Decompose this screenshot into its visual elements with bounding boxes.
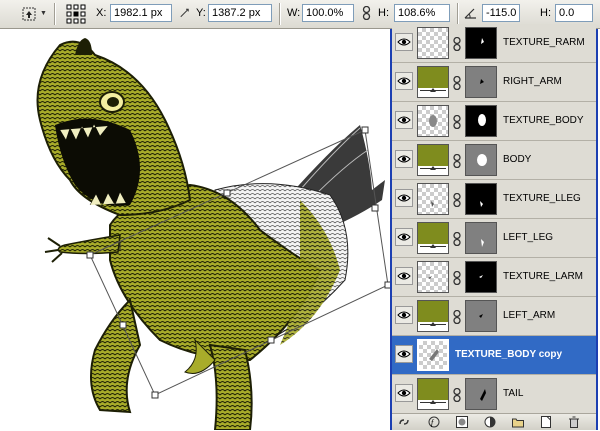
- divider: [457, 3, 459, 25]
- layer-row-left-arm[interactable]: LEFT_ARM: [392, 297, 596, 336]
- new-layer-icon[interactable]: [540, 416, 552, 428]
- reference-point-icon[interactable]: [66, 4, 86, 24]
- layer-mask-thumbnail[interactable]: [465, 105, 497, 137]
- layer-thumbnail: [417, 105, 449, 137]
- layer-mask-thumbnail[interactable]: [465, 183, 497, 215]
- visibility-eye-icon[interactable]: [395, 33, 413, 51]
- delete-layer-icon[interactable]: [568, 416, 580, 428]
- layer-thumbnail: [417, 183, 449, 215]
- link-chain-icon[interactable]: [453, 115, 461, 129]
- relative-position-icon[interactable]: [180, 6, 189, 20]
- link-chain-icon[interactable]: [453, 76, 461, 90]
- layer-mask-thumbnail[interactable]: [465, 300, 497, 332]
- visibility-eye-icon[interactable]: [395, 111, 413, 129]
- link-layers-icon[interactable]: [398, 416, 410, 428]
- layer-row-texture-body-copy[interactable]: TEXTURE_BODY copy: [392, 336, 596, 375]
- layer-row-right-arm[interactable]: RIGHT_ARM: [392, 63, 596, 102]
- layer-name: TEXTURE_LLEG: [503, 193, 581, 204]
- skew-h-label: H:: [540, 7, 551, 19]
- divider: [54, 3, 56, 25]
- layer-thumbnail: [417, 378, 449, 410]
- transform-handle[interactable]: [371, 204, 379, 212]
- visibility-eye-icon[interactable]: [395, 228, 413, 246]
- link-chain-icon[interactable]: [453, 37, 461, 51]
- layer-thumbnail: [417, 339, 449, 371]
- layer-row-texture-rarm[interactable]: TEXTURE_RARM: [392, 24, 596, 63]
- transform-handle[interactable]: [86, 251, 94, 259]
- layer-row-body[interactable]: BODY: [392, 141, 596, 180]
- link-chain-icon[interactable]: [453, 193, 461, 207]
- rotate-angle-icon: [464, 8, 476, 19]
- layer-thumbnail: [417, 300, 449, 332]
- layer-name: TEXTURE_BODY copy: [455, 349, 563, 360]
- layer-thumbnail: [417, 27, 449, 59]
- transform-handle[interactable]: [361, 126, 369, 134]
- layer-style-icon[interactable]: f: [428, 416, 440, 428]
- layer-name: LEFT_ARM: [503, 310, 556, 321]
- layer-mask-thumbnail[interactable]: [465, 27, 497, 59]
- visibility-eye-icon[interactable]: [395, 345, 413, 363]
- skew-horizontal-field[interactable]: 0.0: [555, 4, 593, 22]
- visibility-eye-icon[interactable]: [395, 150, 413, 168]
- visibility-eye-icon[interactable]: [395, 306, 413, 324]
- layer-row-tail[interactable]: TAIL: [392, 375, 596, 414]
- transform-handle[interactable]: [119, 321, 127, 329]
- visibility-eye-icon[interactable]: [395, 384, 413, 402]
- document-canvas[interactable]: [0, 29, 390, 430]
- layer-thumbnail: [417, 222, 449, 254]
- transform-tool-icon[interactable]: [20, 5, 38, 23]
- adjustment-layer-icon[interactable]: [484, 416, 496, 428]
- svg-text:f: f: [431, 418, 435, 427]
- layer-name: TEXTURE_BODY: [503, 115, 584, 126]
- maintain-aspect-ratio-icon[interactable]: [362, 6, 371, 20]
- layer-name: TEXTURE_LARM: [503, 271, 584, 282]
- link-chain-icon[interactable]: [453, 154, 461, 168]
- transform-handle[interactable]: [267, 336, 275, 344]
- transform-handle[interactable]: [151, 391, 159, 399]
- dinosaur-artwork: [36, 38, 390, 430]
- visibility-eye-icon[interactable]: [395, 72, 413, 90]
- link-chain-icon[interactable]: [453, 271, 461, 285]
- layer-name: LEFT_LEG: [503, 232, 554, 243]
- visibility-eye-icon[interactable]: [395, 267, 413, 285]
- link-chain-icon[interactable]: [453, 388, 461, 402]
- height-scale-field[interactable]: 108.6%: [394, 4, 450, 22]
- divider: [279, 3, 281, 25]
- layer-name: RIGHT_ARM: [503, 76, 562, 87]
- layer-name: BODY: [503, 154, 532, 165]
- layer-name: TEXTURE_RARM: [503, 37, 585, 48]
- layer-mask-thumbnail[interactable]: [465, 66, 497, 98]
- x-label: X:: [96, 7, 107, 19]
- add-mask-icon[interactable]: [456, 416, 468, 428]
- link-chain-icon[interactable]: [453, 232, 461, 246]
- layer-mask-thumbnail[interactable]: [465, 261, 497, 293]
- y-label: Y:: [196, 7, 206, 19]
- layer-thumbnail: [417, 261, 449, 293]
- new-group-icon[interactable]: [512, 416, 524, 428]
- layers-panel: TEXTURE_RARM RIGHT_ARM TEXTURE_BODY BODY…: [390, 24, 598, 430]
- link-chain-icon[interactable]: [453, 310, 461, 324]
- layer-mask-thumbnail[interactable]: [465, 144, 497, 176]
- tool-preset-dropdown-icon[interactable]: ▼: [40, 10, 47, 17]
- layer-thumbnail: [417, 144, 449, 176]
- layer-row-left-leg[interactable]: LEFT_LEG: [392, 219, 596, 258]
- layer-row-texture-lleg[interactable]: TEXTURE_LLEG: [392, 180, 596, 219]
- layer-mask-thumbnail[interactable]: [465, 378, 497, 410]
- rotate-angle-field[interactable]: -115.0: [482, 4, 520, 22]
- layers-panel-footer: f: [392, 413, 596, 430]
- h-label: H:: [378, 7, 389, 19]
- visibility-eye-icon[interactable]: [395, 189, 413, 207]
- layer-row-texture-body[interactable]: TEXTURE_BODY: [392, 102, 596, 141]
- layer-name: TAIL: [503, 388, 524, 399]
- layer-thumbnail: [417, 66, 449, 98]
- x-position-field[interactable]: 1982.1 px: [110, 4, 172, 22]
- transform-handle[interactable]: [223, 189, 231, 197]
- y-position-field[interactable]: 1387.2 px: [208, 4, 272, 22]
- w-label: W:: [287, 7, 301, 19]
- layer-row-texture-larm[interactable]: TEXTURE_LARM: [392, 258, 596, 297]
- width-scale-field[interactable]: 100.0%: [302, 4, 354, 22]
- layer-mask-thumbnail[interactable]: [465, 222, 497, 254]
